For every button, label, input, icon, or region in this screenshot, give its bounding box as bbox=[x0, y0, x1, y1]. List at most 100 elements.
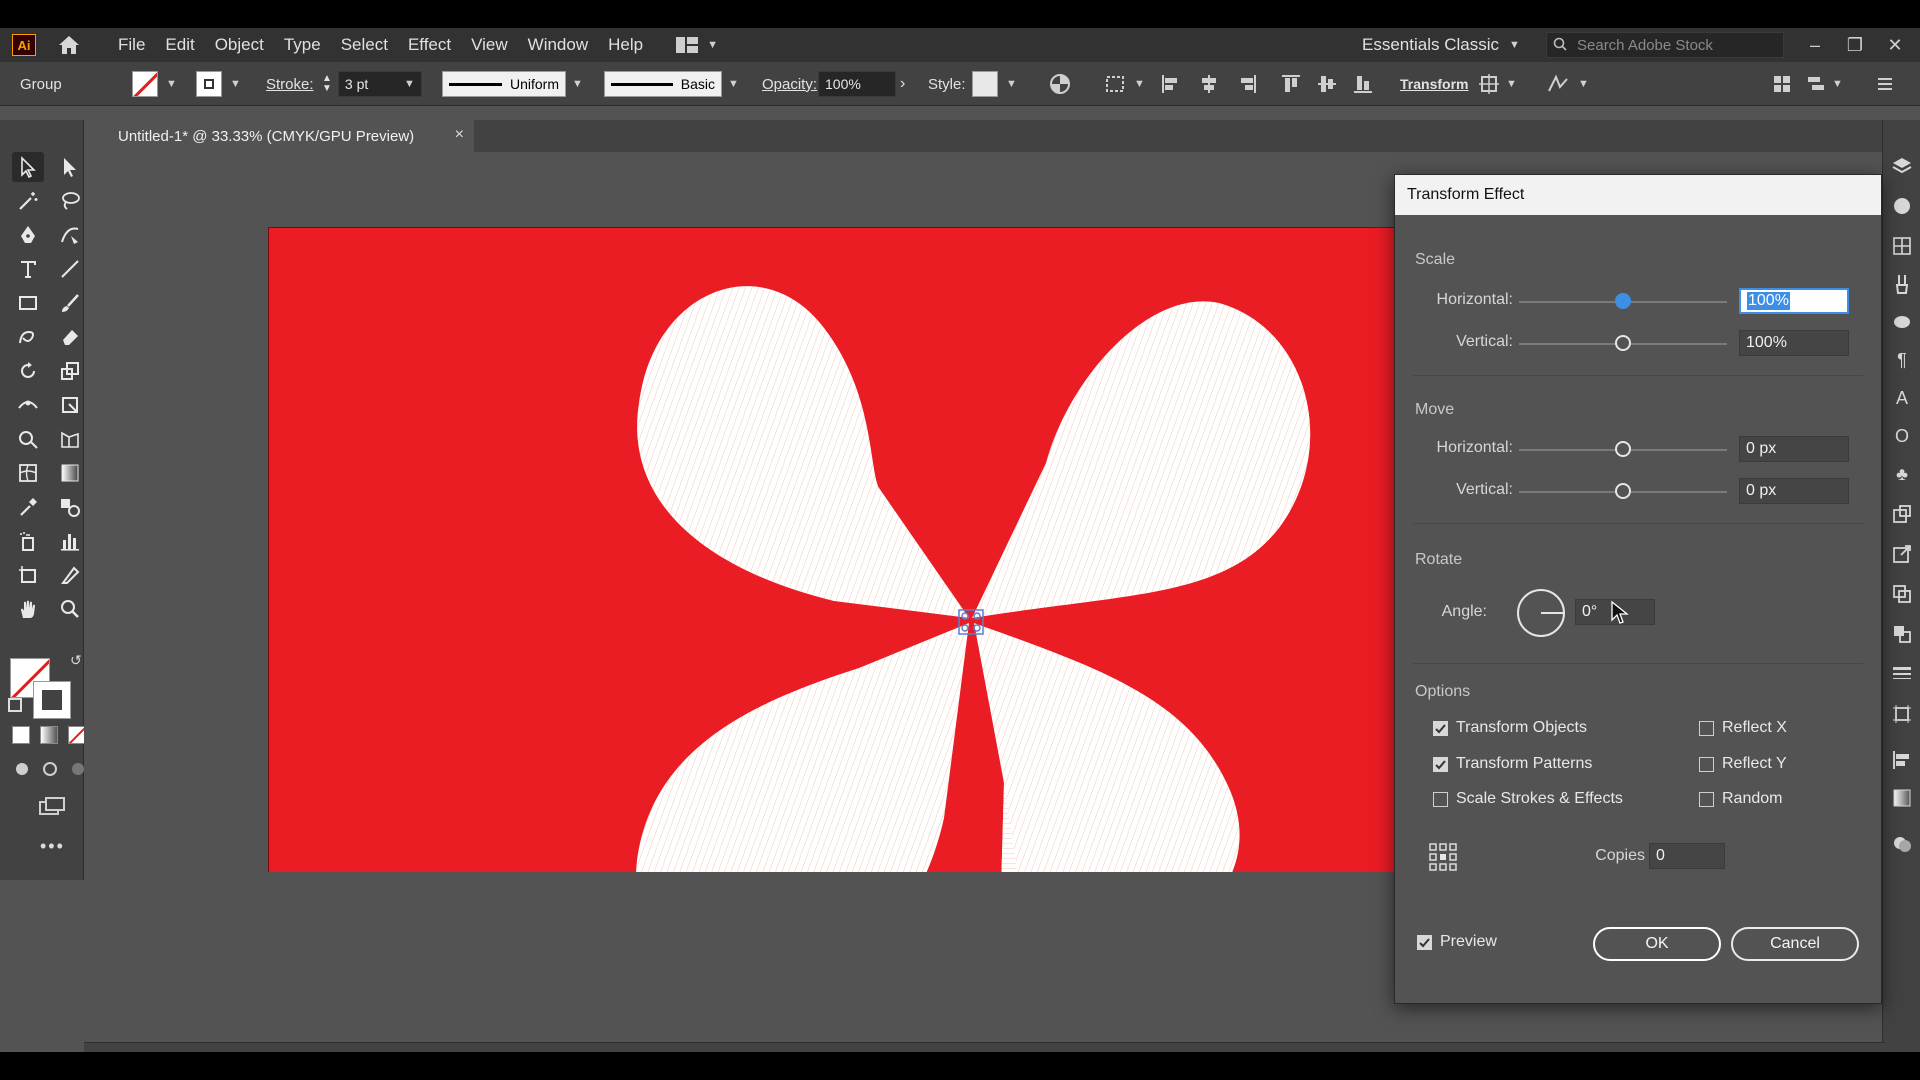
align-left-icon[interactable] bbox=[1160, 62, 1182, 106]
stroke-color-control[interactable]: ▼ bbox=[196, 62, 241, 106]
transform-panel-icon[interactable] bbox=[1890, 502, 1914, 526]
chevron-right-icon[interactable]: › bbox=[900, 75, 905, 93]
checkbox-unchecked-icon[interactable] bbox=[1433, 791, 1448, 807]
pen-tool-icon[interactable] bbox=[12, 220, 44, 250]
opentype-panel-icon[interactable]: O bbox=[1890, 424, 1914, 448]
home-icon[interactable] bbox=[56, 34, 82, 56]
selection-tool-icon[interactable] bbox=[12, 152, 44, 182]
graphic-style-control[interactable]: ▼ bbox=[972, 62, 1017, 106]
swatches-panel-icon[interactable] bbox=[1890, 234, 1914, 258]
stroke-panel-icon[interactable] bbox=[1890, 662, 1914, 686]
symbol-sprayer-tool-icon[interactable] bbox=[12, 526, 44, 556]
column-graph-tool-icon[interactable] bbox=[54, 526, 86, 556]
checkbox-checked-icon[interactable] bbox=[1417, 934, 1432, 950]
pathfinder-panel-icon[interactable] bbox=[1890, 582, 1914, 606]
scale-horizontal-input[interactable]: 100% bbox=[1739, 288, 1849, 314]
fill-none-swatch[interactable] bbox=[132, 71, 158, 97]
restore-button[interactable]: ❐ bbox=[1840, 28, 1870, 62]
appearance-panel-icon[interactable] bbox=[1890, 832, 1914, 856]
gradient-mode-icon[interactable] bbox=[40, 726, 58, 744]
gradient-tool-icon[interactable] bbox=[54, 458, 86, 488]
paintbrush-tool-icon[interactable] bbox=[54, 288, 86, 318]
layers-panel-icon[interactable] bbox=[1890, 154, 1914, 178]
menu-object[interactable]: Object bbox=[205, 28, 274, 62]
cancel-button[interactable]: Cancel bbox=[1731, 927, 1859, 961]
color-panel-icon[interactable] bbox=[1890, 194, 1914, 218]
arrange-documents-button[interactable]: ▼ bbox=[675, 36, 718, 54]
move-vertical-slider-knob[interactable] bbox=[1615, 483, 1631, 499]
clover-artwork[interactable] bbox=[269, 228, 1429, 872]
stroke-swatch[interactable] bbox=[196, 71, 222, 97]
brushes-panel-icon[interactable] bbox=[1890, 272, 1914, 296]
scale-horizontal-slider-knob[interactable] bbox=[1615, 293, 1631, 309]
eraser-tool-icon[interactable] bbox=[54, 322, 86, 352]
workspace-switcher[interactable]: Essentials Classic ▼ bbox=[1362, 28, 1520, 62]
scale-strokes-checkbox[interactable]: Scale Strokes & Effects bbox=[1433, 790, 1623, 808]
align-top-icon[interactable] bbox=[1280, 62, 1302, 106]
menu-view[interactable]: View bbox=[461, 28, 518, 62]
stroke-label[interactable]: Stroke: bbox=[266, 62, 314, 106]
rectangle-tool-icon[interactable] bbox=[12, 288, 44, 318]
draw-normal-icon[interactable] bbox=[12, 760, 32, 778]
leaf-top-left[interactable] bbox=[637, 286, 969, 618]
checkbox-unchecked-icon[interactable] bbox=[1699, 720, 1714, 736]
artboards-panel-icon[interactable] bbox=[1890, 702, 1914, 726]
width-tool-icon[interactable] bbox=[12, 390, 44, 420]
fill-control[interactable]: ▼ bbox=[132, 62, 177, 106]
direct-selection-tool-icon[interactable] bbox=[54, 152, 86, 182]
checkbox-unchecked-icon[interactable] bbox=[1699, 756, 1714, 772]
control-bar-menu-icon[interactable] bbox=[1876, 62, 1894, 106]
menu-type[interactable]: Type bbox=[274, 28, 331, 62]
align-bottom-icon[interactable] bbox=[1352, 62, 1374, 106]
menu-window[interactable]: Window bbox=[518, 28, 598, 62]
opacity-label[interactable]: Opacity: bbox=[762, 62, 817, 106]
menu-file[interactable]: File bbox=[108, 28, 155, 62]
opacity-control[interactable]: 100% › bbox=[818, 62, 905, 106]
mesh-tool-icon[interactable] bbox=[12, 458, 44, 488]
scale-vertical-slider-knob[interactable] bbox=[1615, 335, 1631, 351]
checkbox-unchecked-icon[interactable] bbox=[1699, 791, 1714, 807]
isolate-options[interactable]: ▼ bbox=[1546, 62, 1589, 106]
move-horizontal-input[interactable]: 0 px bbox=[1739, 436, 1849, 462]
curvature-tool-icon[interactable] bbox=[54, 220, 86, 250]
artboard-tool-icon[interactable] bbox=[12, 560, 44, 590]
scale-tool-icon[interactable] bbox=[54, 356, 86, 386]
reference-point-locator-icon[interactable] bbox=[1429, 843, 1457, 871]
screen-mode-icon[interactable] bbox=[38, 796, 66, 818]
move-vertical-input[interactable]: 0 px bbox=[1739, 478, 1849, 504]
transform-options[interactable]: ▼ bbox=[1478, 62, 1517, 106]
perspective-grid-tool-icon[interactable] bbox=[54, 424, 86, 454]
checkbox-checked-icon[interactable] bbox=[1433, 756, 1448, 772]
leaf-bottom-right[interactable] bbox=[974, 623, 1240, 872]
color-mode-icon[interactable] bbox=[12, 726, 30, 744]
ok-button[interactable]: OK bbox=[1593, 927, 1721, 961]
scale-vertical-input[interactable]: 100% bbox=[1739, 330, 1849, 356]
align-to-control[interactable]: ▼ bbox=[1104, 62, 1145, 106]
variable-width-profile[interactable]: Uniform ▼ bbox=[442, 62, 583, 106]
random-checkbox[interactable]: Random bbox=[1699, 790, 1782, 808]
brush-definition[interactable]: Basic ▼ bbox=[604, 62, 739, 106]
select-similar-icon[interactable] bbox=[1772, 62, 1792, 106]
club-symbol-icon[interactable]: ♣ bbox=[1890, 462, 1914, 486]
align-center-icon[interactable] bbox=[1198, 62, 1220, 106]
stock-search-input[interactable]: Search Adobe Stock bbox=[1546, 32, 1784, 58]
transform-panel-link[interactable]: Transform bbox=[1400, 62, 1468, 106]
type-tool-icon[interactable] bbox=[12, 254, 44, 284]
magic-wand-tool-icon[interactable] bbox=[12, 186, 44, 216]
character-panel-icon[interactable]: A bbox=[1890, 386, 1914, 410]
graphic-style-swatch[interactable] bbox=[972, 71, 998, 97]
rotate-tool-icon[interactable] bbox=[12, 356, 44, 386]
copies-input[interactable]: 0 bbox=[1649, 843, 1725, 869]
default-fill-stroke-icon[interactable] bbox=[8, 698, 22, 712]
stroke-weight-control[interactable]: ▲ ▼ 3 pt ▼ bbox=[322, 62, 422, 106]
free-transform-tool-icon[interactable] bbox=[54, 390, 86, 420]
menu-help[interactable]: Help bbox=[598, 28, 653, 62]
edit-toolbar-icon[interactable]: ••• bbox=[40, 836, 65, 857]
arrange-options[interactable]: ▼ bbox=[1806, 62, 1843, 106]
stepper-icon[interactable]: ▲ ▼ bbox=[322, 74, 332, 94]
leaf-top-right[interactable] bbox=[972, 301, 1311, 618]
minimize-button[interactable]: – bbox=[1800, 28, 1830, 62]
export-panel-icon[interactable] bbox=[1890, 542, 1914, 566]
draw-behind-icon[interactable] bbox=[40, 760, 60, 778]
lasso-tool-icon[interactable] bbox=[54, 186, 86, 216]
